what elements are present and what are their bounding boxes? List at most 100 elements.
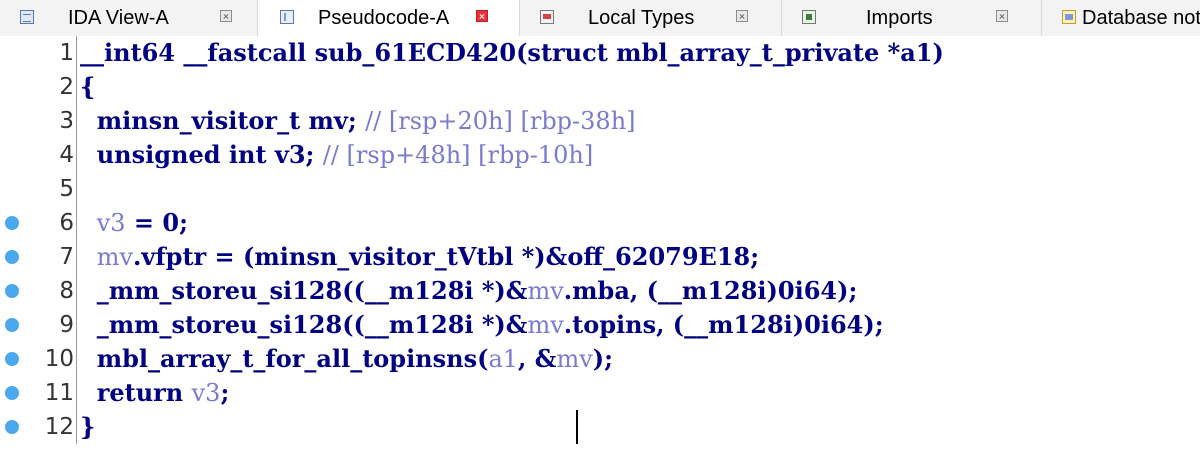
code-content[interactable]: mbl_array_t_for_all_topinsns(a1, &mv); <box>80 342 613 376</box>
gutter-divider <box>76 342 77 376</box>
code-line[interactable]: 10 mbl_array_t_for_all_topinsns(a1, &mv)… <box>0 342 1200 376</box>
code-text: { <box>80 72 96 101</box>
line-number: 11 <box>44 380 74 406</box>
breakpoint-marker[interactable] <box>5 250 19 264</box>
code-line[interactable]: 7 mv.vfptr = (minsn_visitor_tVtbl *)&off… <box>0 240 1200 274</box>
code-line[interactable]: 2 { <box>0 70 1200 104</box>
code-comment: // [rsp+48h] [rbp-10h] <box>322 141 594 169</box>
code-text: return <box>80 378 192 407</box>
tab-database-notes[interactable]: Database notes <box>1042 0 1200 36</box>
ida-view-icon <box>20 10 34 24</box>
code-content[interactable]: { <box>80 70 95 104</box>
tab-imports[interactable]: Imports <box>782 0 1042 36</box>
breakpoint-marker[interactable] <box>5 318 19 332</box>
tab-label: IDA View-A <box>68 7 169 29</box>
gutter-divider <box>76 70 77 104</box>
database-notes-icon <box>1062 10 1076 24</box>
variable-token[interactable]: v3 <box>97 209 126 237</box>
code-line[interactable]: 12 } <box>0 410 1200 444</box>
pseudocode-icon <box>280 10 294 24</box>
code-text: __int64 __fastcall sub_61ECD420(struct m… <box>80 38 944 67</box>
gutter-divider <box>76 240 77 274</box>
close-icon[interactable] <box>220 10 232 22</box>
tab-bar: IDA View-A Pseudocode-A Local Types Impo… <box>0 0 1200 37</box>
gutter-divider <box>76 410 77 444</box>
code-text: = 0; <box>125 208 188 237</box>
line-number: 6 <box>59 210 74 236</box>
code-text: ); <box>592 344 613 373</box>
code-line[interactable]: 5 <box>0 172 1200 206</box>
line-number: 7 <box>59 244 74 270</box>
breakpoint-marker[interactable] <box>5 420 19 434</box>
code-text: } <box>80 412 96 441</box>
code-line[interactable]: 1 __int64 __fastcall sub_61ECD420(struct… <box>0 36 1200 70</box>
code-content[interactable]: _mm_storeu_si128((__m128i *)&mv.topins, … <box>80 308 884 342</box>
tab-ida-view-a[interactable]: IDA View-A <box>0 0 258 36</box>
line-number: 8 <box>59 278 74 304</box>
code-text: unsigned int v3; <box>80 140 323 169</box>
line-number: 2 <box>59 74 74 100</box>
tab-label: Imports <box>866 7 933 29</box>
code-text: .mba, (__m128i)0i64); <box>563 276 858 305</box>
local-types-icon <box>540 10 554 24</box>
code-line[interactable]: 6 v3 = 0; <box>0 206 1200 240</box>
code-line[interactable]: 9 _mm_storeu_si128((__m128i *)&mv.topins… <box>0 308 1200 342</box>
tab-local-types[interactable]: Local Types <box>520 0 782 36</box>
variable-token[interactable]: mv <box>527 277 563 305</box>
line-number: 3 <box>59 108 74 134</box>
line-number: 12 <box>44 414 74 440</box>
gutter-divider <box>76 376 77 410</box>
code-text: ; <box>220 378 230 407</box>
gutter-divider <box>76 308 77 342</box>
tab-label: Local Types <box>588 7 695 29</box>
code-text: _mm_storeu_si128((__m128i *)& <box>80 310 528 339</box>
gutter-divider <box>76 138 77 172</box>
variable-token[interactable]: v3 <box>192 379 221 407</box>
variable-token[interactable]: a1 <box>488 345 518 373</box>
code-content[interactable]: mv.vfptr = (minsn_visitor_tVtbl *)&off_6… <box>80 240 759 274</box>
code-comment: // [rsp+20h] [rbp-38h] <box>365 107 636 135</box>
variable-token[interactable]: mv <box>556 345 592 373</box>
text-cursor <box>576 410 578 444</box>
code-text: .vfptr = (minsn_visitor_tVtbl *)&off_620… <box>133 242 760 271</box>
variable-token[interactable]: mv <box>97 243 133 271</box>
code-text: , & <box>518 344 557 373</box>
code-content[interactable]: unsigned int v3; // [rsp+48h] [rbp-10h] <box>80 138 594 172</box>
code-line[interactable]: 4 unsigned int v3; // [rsp+48h] [rbp-10h… <box>0 138 1200 172</box>
function-signature[interactable]: __int64 __fastcall sub_61ECD420(struct m… <box>80 36 944 70</box>
code-text: minsn_visitor_t mv; <box>80 106 366 135</box>
code-content[interactable]: return v3; <box>80 376 230 410</box>
breakpoint-marker[interactable] <box>5 284 19 298</box>
code-content[interactable]: minsn_visitor_t mv; // [rsp+20h] [rbp-38… <box>80 104 636 138</box>
code-line[interactable]: 8 _mm_storeu_si128((__m128i *)&mv.mba, (… <box>0 274 1200 308</box>
code-text: _mm_storeu_si128((__m128i *)& <box>80 276 528 305</box>
close-icon[interactable] <box>476 10 488 22</box>
code-content[interactable]: _mm_storeu_si128((__m128i *)&mv.mba, (__… <box>80 274 858 308</box>
breakpoint-marker[interactable] <box>5 216 19 230</box>
breakpoint-marker[interactable] <box>5 352 19 366</box>
tab-pseudocode-a[interactable]: Pseudocode-A <box>258 0 520 37</box>
imports-icon <box>802 10 816 24</box>
gutter-divider <box>76 172 77 206</box>
gutter-divider <box>76 104 77 138</box>
pseudocode-editor[interactable]: 1 __int64 __fastcall sub_61ECD420(struct… <box>0 36 1200 450</box>
tab-label: Database notes <box>1082 7 1200 29</box>
breakpoint-marker[interactable] <box>5 386 19 400</box>
gutter-divider <box>76 36 77 70</box>
code-content[interactable]: v3 = 0; <box>80 206 188 240</box>
variable-token[interactable]: mv <box>527 311 563 339</box>
close-icon[interactable] <box>996 10 1008 22</box>
code-line[interactable]: 11 return v3; <box>0 376 1200 410</box>
code-text: .topins, (__m128i)0i64); <box>563 310 884 339</box>
line-number: 5 <box>59 176 74 202</box>
line-number: 1 <box>59 40 74 66</box>
code-content[interactable]: } <box>80 410 95 444</box>
close-icon[interactable] <box>736 10 748 22</box>
line-number: 10 <box>44 346 74 372</box>
gutter-divider <box>76 274 77 308</box>
line-number: 4 <box>59 142 74 168</box>
code-text: mbl_array_t_for_all_topinsns( <box>80 344 489 373</box>
code-line[interactable]: 3 minsn_visitor_t mv; // [rsp+20h] [rbp-… <box>0 104 1200 138</box>
